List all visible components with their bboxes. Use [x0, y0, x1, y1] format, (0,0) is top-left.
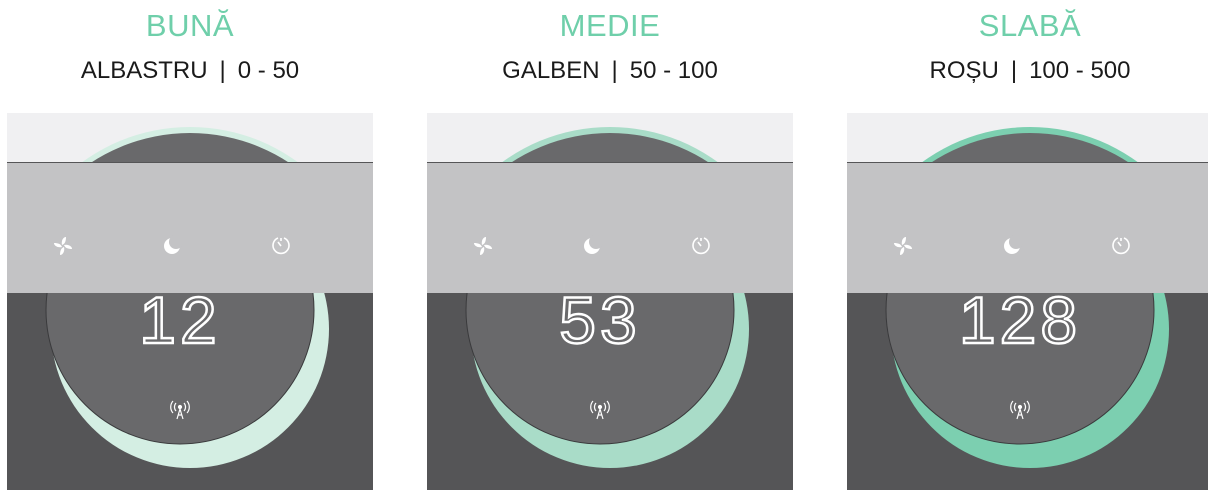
- separator: |: [611, 57, 618, 84]
- aqi-value: 128: [959, 283, 1081, 357]
- quality-range-label: ALBASTRU | 0 - 50: [7, 56, 373, 86]
- range-value: 0 - 50: [237, 57, 300, 84]
- color-name: ALBASTRU: [80, 57, 208, 84]
- aqi-value: 53: [559, 283, 640, 357]
- device-svg: 12: [7, 113, 373, 490]
- quality-heading: BUNĂ: [145, 8, 235, 43]
- control-band: [427, 163, 793, 293]
- purifier-display: 53: [427, 113, 793, 490]
- control-band: [847, 163, 1208, 293]
- range-value: 100 - 500: [1029, 57, 1131, 84]
- range-value: 50 - 100: [629, 57, 718, 84]
- purifier-display: 128: [847, 113, 1208, 490]
- purifier-display: 12: [7, 113, 373, 490]
- separator: |: [1010, 57, 1018, 84]
- color-name: ROȘU: [929, 57, 999, 84]
- quality-heading: MEDIE: [559, 8, 661, 43]
- quality-heading: SLABĂ: [978, 8, 1082, 43]
- separator: |: [219, 57, 226, 84]
- color-name: GALBEN: [502, 57, 600, 84]
- panel-medium: MEDIE GALBEN | 50 - 100 53: [427, 0, 793, 490]
- panel-good: BUNĂ ALBASTRU | 0 - 50 12: [7, 0, 373, 490]
- aqi-value: 12: [139, 283, 220, 357]
- device-svg: 53: [427, 113, 793, 490]
- quality-range-label: GALBEN | 50 - 100: [427, 56, 793, 86]
- device-svg: 128: [847, 113, 1208, 490]
- quality-range-label: ROȘU | 100 - 500: [847, 56, 1208, 86]
- control-band: [7, 163, 373, 293]
- panel-poor: SLABĂ ROȘU | 100 - 500 128: [847, 0, 1208, 490]
